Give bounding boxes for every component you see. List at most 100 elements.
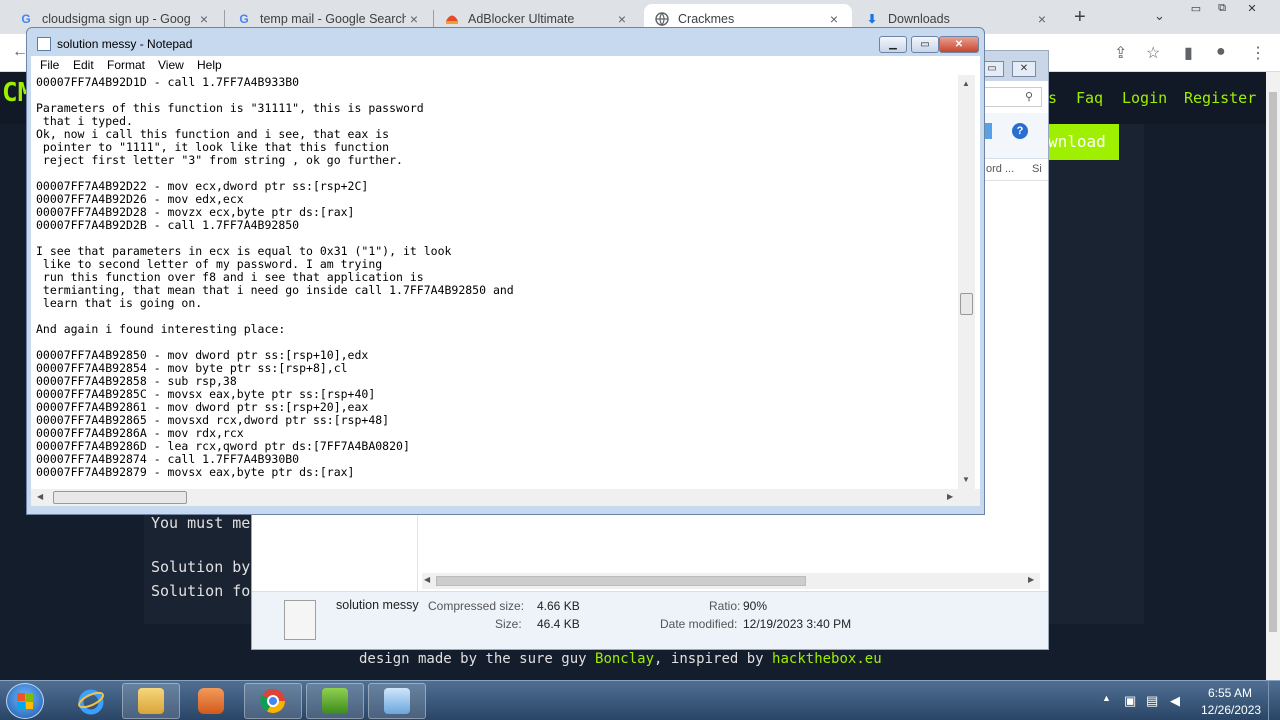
menu-edit[interactable]: Edit bbox=[73, 58, 94, 72]
close-tab-icon[interactable]: × bbox=[826, 11, 842, 27]
taskbar-chrome[interactable] bbox=[244, 683, 302, 719]
notepad-window: solution messy - Notepad ▁ ▭ ✕ File Edit… bbox=[26, 27, 985, 515]
minimize-button[interactable]: ▁ bbox=[879, 36, 907, 53]
footer-author-link[interactable]: Bonclay bbox=[595, 651, 654, 667]
new-tab-button[interactable]: + bbox=[1074, 6, 1086, 29]
details-size-label: Size: bbox=[495, 617, 522, 631]
archive-details-pane: solution messy Compressed size: 4.66 KB … bbox=[252, 591, 1048, 649]
details-compressed-label: Compressed size: bbox=[428, 599, 525, 613]
share-icon[interactable]: ⇪ bbox=[1114, 43, 1127, 63]
scroll-left-arrow-icon[interactable]: ◀ bbox=[37, 492, 43, 501]
archive-search-input[interactable]: ⚲ bbox=[984, 87, 1042, 107]
tab-search-button[interactable]: ⌄ bbox=[1154, 8, 1165, 24]
close-tab-icon[interactable]: × bbox=[1034, 11, 1050, 27]
nav-item-partial[interactable]: s bbox=[1048, 89, 1057, 107]
vertical-scrollbar-thumb[interactable] bbox=[960, 293, 973, 315]
scroll-left-arrow-icon[interactable]: ◀ bbox=[424, 575, 430, 584]
browser-minimize-button[interactable]: ▭ bbox=[1184, 2, 1208, 16]
tab-title: Downloads bbox=[888, 12, 950, 26]
horizontal-scrollbar[interactable]: ◀ ▶ bbox=[31, 489, 980, 506]
details-ratio-label: Ratio: bbox=[709, 599, 741, 613]
window-title: solution messy - Notepad bbox=[57, 37, 193, 51]
column-header-word[interactable]: ord ... bbox=[986, 163, 1014, 175]
tab-title: AdBlocker Ultimate bbox=[468, 12, 575, 26]
site-footer: design made by the sure guy Bonclay, ins… bbox=[359, 651, 882, 667]
network-icon[interactable]: ▣ bbox=[1124, 693, 1136, 709]
menu-help[interactable]: Help bbox=[197, 58, 222, 72]
taskbar-spreadsheet[interactable] bbox=[306, 683, 364, 719]
scroll-down-arrow-icon[interactable]: ▼ bbox=[962, 475, 970, 484]
side-panel-icon[interactable]: ▮ bbox=[1184, 43, 1193, 63]
maximize-button[interactable]: ▭ bbox=[911, 36, 939, 53]
details-file-name: solution messy bbox=[336, 598, 419, 612]
vertical-scrollbar[interactable]: ▲ ▼ bbox=[958, 75, 975, 489]
download-button[interactable]: wnload bbox=[1040, 124, 1119, 160]
windows-logo-icon bbox=[17, 693, 33, 709]
chrome-menu-icon[interactable]: ⋮ bbox=[1250, 43, 1266, 63]
close-tab-icon[interactable]: × bbox=[406, 11, 422, 27]
archive-scrollbar-thumb[interactable] bbox=[436, 576, 806, 586]
site-text-line: Solution by bbox=[151, 558, 251, 576]
archive-horizontal-scrollbar[interactable]: ◀ ▶ bbox=[422, 573, 1040, 589]
scroll-up-arrow-icon[interactable]: ▲ bbox=[962, 79, 970, 88]
taskbar-media-player[interactable] bbox=[182, 683, 240, 719]
close-tab-icon[interactable]: × bbox=[614, 11, 630, 27]
browser-close-button[interactable]: ✕ bbox=[1240, 2, 1264, 16]
browser-restore-button[interactable]: ⧉ bbox=[1210, 2, 1234, 16]
nav-item-faq[interactable]: Faq bbox=[1076, 89, 1103, 107]
bookmark-star-icon[interactable]: ☆ bbox=[1146, 43, 1160, 63]
page-scrollbar[interactable] bbox=[1266, 72, 1280, 680]
taskbar-explorer[interactable] bbox=[122, 683, 180, 719]
nav-item-login[interactable]: Login bbox=[1122, 89, 1167, 107]
google-icon: G bbox=[21, 12, 31, 26]
help-icon[interactable]: ? bbox=[1012, 123, 1028, 139]
display-icon[interactable]: ▤ bbox=[1146, 693, 1158, 709]
clock-date[interactable]: 12/26/2023 bbox=[1201, 703, 1261, 717]
details-size-value: 46.4 KB bbox=[537, 617, 580, 631]
details-ratio-value: 90% bbox=[743, 599, 768, 613]
horizontal-scrollbar-thumb[interactable] bbox=[53, 491, 187, 504]
archive-close-button[interactable]: ✕ bbox=[1012, 61, 1036, 77]
notepad-titlebar[interactable]: solution messy - Notepad ▁ ▭ ✕ bbox=[27, 28, 984, 58]
search-icon: ⚲ bbox=[1025, 91, 1034, 103]
column-header-size[interactable]: Si bbox=[1032, 163, 1042, 175]
text-editor[interactable]: 00007FF7A4B92D1D - call 1.7FF7A4B933B0 P… bbox=[31, 75, 980, 489]
close-button[interactable]: ✕ bbox=[939, 36, 979, 53]
show-hidden-icons-icon[interactable]: ▲ bbox=[1102, 693, 1111, 703]
menu-view[interactable]: View bbox=[158, 58, 184, 72]
start-button[interactable] bbox=[6, 683, 44, 719]
site-text-line: Solution fo bbox=[151, 582, 251, 600]
footer-prefix: design made by the sure guy bbox=[359, 651, 587, 667]
scroll-right-arrow-icon[interactable]: ▶ bbox=[947, 492, 953, 501]
tab-title: cloudsigma sign up - Goog bbox=[42, 12, 191, 26]
footer-middle: , inspired by bbox=[654, 651, 764, 667]
footer-site-link[interactable]: hackthebox.eu bbox=[772, 651, 882, 667]
globe-icon bbox=[654, 11, 670, 27]
tab-title: temp mail - Google Search bbox=[260, 12, 406, 26]
spreadsheet-icon bbox=[322, 688, 348, 714]
details-modified-label: Date modified: bbox=[660, 617, 738, 631]
download-icon: ⬇ bbox=[866, 12, 878, 26]
media-player-icon bbox=[198, 688, 224, 714]
nav-item-register[interactable]: Register bbox=[1184, 89, 1256, 107]
editor-text[interactable]: 00007FF7A4B92D1D - call 1.7FF7A4B933B0 P… bbox=[36, 76, 514, 479]
close-tab-icon[interactable]: × bbox=[196, 11, 212, 27]
site-text-line: You must me bbox=[151, 514, 251, 532]
google-icon: G bbox=[239, 12, 249, 26]
menu-format[interactable]: Format bbox=[107, 58, 145, 72]
chrome-icon bbox=[260, 689, 285, 714]
adblocker-icon bbox=[444, 11, 460, 27]
profile-avatar-icon[interactable]: ● bbox=[1216, 43, 1226, 61]
clock-time[interactable]: 6:55 AM bbox=[1208, 686, 1252, 700]
taskbar-ie[interactable] bbox=[62, 683, 120, 719]
volume-muted-icon[interactable]: ◀ bbox=[1170, 693, 1180, 709]
show-desktop-button[interactable] bbox=[1268, 681, 1280, 720]
tab-title: Crackmes bbox=[678, 12, 735, 26]
menu-file[interactable]: File bbox=[40, 58, 59, 72]
notepad-app-icon[interactable] bbox=[37, 37, 51, 51]
taskbar-notepad[interactable] bbox=[368, 683, 426, 719]
scroll-right-arrow-icon[interactable]: ▶ bbox=[1028, 575, 1034, 584]
page-scrollbar-thumb[interactable] bbox=[1269, 92, 1277, 632]
taskbar: ▲ ▣ ▤ ◀ 6:55 AM 12/26/2023 bbox=[0, 680, 1280, 720]
menu-bar: File Edit Format View Help bbox=[31, 56, 980, 75]
